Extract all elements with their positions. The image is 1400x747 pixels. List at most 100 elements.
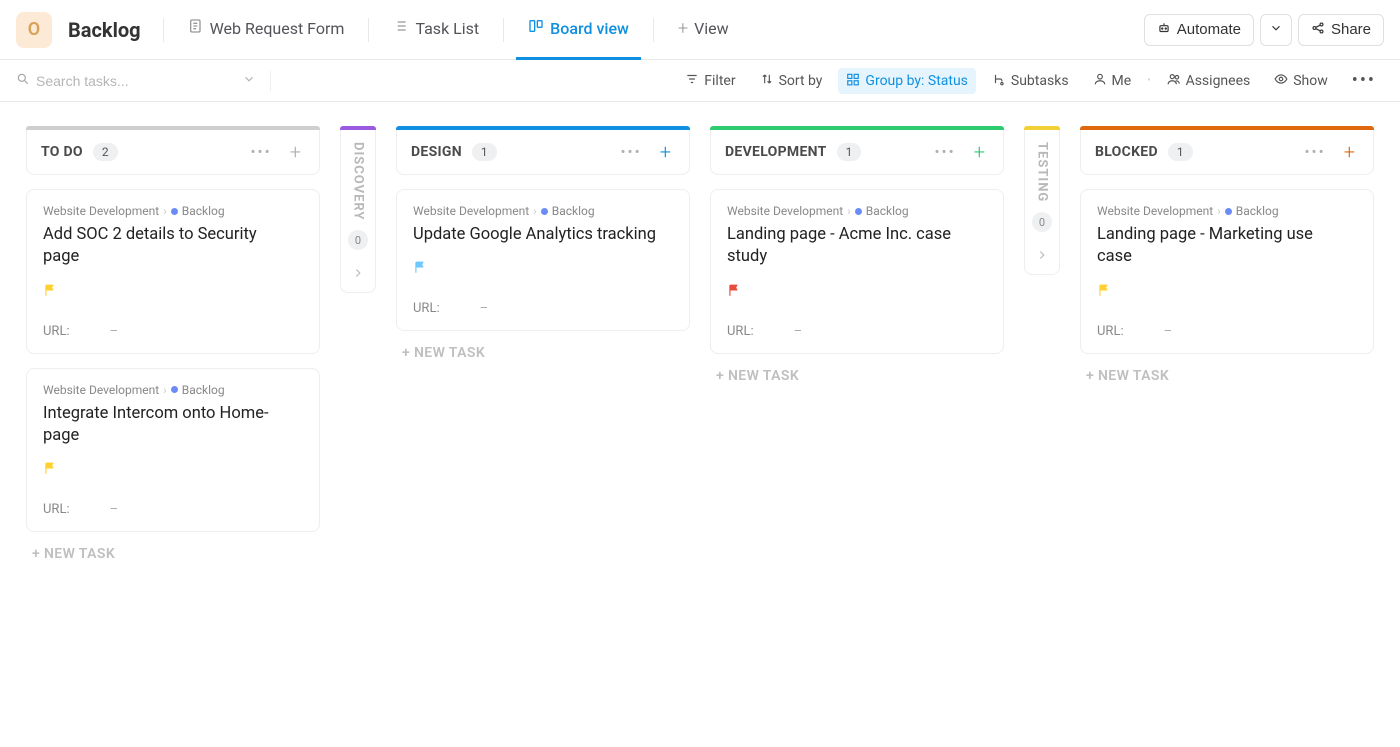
- url-label: URL:: [727, 324, 754, 339]
- column-title: DEVELOPMENT: [725, 144, 827, 160]
- chevron-down-icon[interactable]: [242, 72, 256, 90]
- expand-column-button[interactable]: [351, 266, 365, 284]
- url-value: –: [1164, 324, 1173, 339]
- expand-column-button[interactable]: [1035, 248, 1049, 266]
- add-task-button[interactable]: +: [970, 142, 989, 162]
- subtasks-icon: [992, 72, 1006, 90]
- search-input[interactable]: [36, 73, 236, 89]
- list-avatar: O: [16, 12, 52, 48]
- flag-icon: [727, 283, 741, 298]
- board-column: DESIGN 1 ••• + Website Development › Bac…: [396, 126, 690, 747]
- task-card[interactable]: Website Development › Backlog Add SOC 2 …: [26, 189, 320, 354]
- collapsed-column[interactable]: TESTING 0: [1024, 126, 1060, 747]
- me-button[interactable]: Me: [1085, 68, 1140, 94]
- collapsed-body: DISCOVERY 0: [340, 130, 376, 293]
- column-title: TO DO: [41, 144, 83, 160]
- tab-add-view[interactable]: + View: [666, 0, 741, 60]
- url-field: URL: –: [43, 324, 303, 339]
- automate-dropdown-button[interactable]: [1260, 14, 1292, 46]
- group-by-button[interactable]: Group by: Status: [838, 68, 975, 94]
- more-options-button[interactable]: •••: [1344, 66, 1384, 95]
- column-more-button[interactable]: •••: [247, 143, 276, 161]
- page-header: O Backlog Web Request Form Task List Boa…: [0, 0, 1400, 60]
- column-count: 0: [348, 230, 368, 250]
- board-column: DEVELOPMENT 1 ••• + Website Development …: [710, 126, 1004, 747]
- column-more-button[interactable]: •••: [1301, 143, 1330, 161]
- automate-label: Automate: [1177, 21, 1241, 38]
- url-value: –: [480, 301, 489, 316]
- url-field: URL: –: [43, 502, 303, 517]
- tab-label: View: [694, 19, 729, 38]
- divider: [163, 18, 164, 42]
- breadcrumb-project: Website Development: [413, 204, 529, 218]
- search-icon: [16, 72, 30, 90]
- column-header: BLOCKED 1 ••• +: [1080, 130, 1374, 175]
- chevron-right-icon: ›: [163, 383, 167, 397]
- assignees-button[interactable]: Assignees: [1159, 68, 1259, 94]
- priority-flag[interactable]: [413, 260, 673, 279]
- search-wrap: [16, 72, 256, 90]
- url-field: URL: –: [727, 324, 987, 339]
- new-task-button[interactable]: + NEW TASK: [1080, 354, 1374, 398]
- share-button[interactable]: Share: [1298, 14, 1384, 46]
- new-task-button[interactable]: + NEW TASK: [26, 532, 320, 576]
- breadcrumb-list: Backlog: [182, 204, 225, 218]
- flag-icon: [413, 260, 427, 275]
- priority-flag[interactable]: [43, 283, 303, 302]
- column-header: DEVELOPMENT 1 ••• +: [710, 130, 1004, 175]
- priority-flag[interactable]: [727, 283, 987, 302]
- tab-label: Task List: [415, 19, 479, 38]
- toolbar: Filter Sort by Group by: Status Subtasks…: [0, 60, 1400, 102]
- show-button[interactable]: Show: [1266, 68, 1336, 94]
- task-title: Landing page - Acme Inc. case study: [727, 224, 977, 269]
- automate-button[interactable]: Automate: [1144, 14, 1254, 46]
- task-card[interactable]: Website Development › Backlog Update Goo…: [396, 189, 690, 331]
- url-value: –: [794, 324, 803, 339]
- task-card[interactable]: Website Development › Backlog Landing pa…: [710, 189, 1004, 354]
- board: TO DO 2 ••• + Website Development › Back…: [0, 102, 1400, 747]
- task-card[interactable]: Website Development › Backlog Landing pa…: [1080, 189, 1374, 354]
- list-dot-icon: [541, 208, 548, 215]
- sort-icon: [760, 72, 774, 90]
- person-icon: [1093, 72, 1107, 90]
- url-label: URL:: [43, 324, 70, 339]
- column-title: TESTING: [1035, 142, 1050, 202]
- column-more-button[interactable]: •••: [931, 143, 960, 161]
- page-title: Backlog: [68, 18, 141, 42]
- priority-flag[interactable]: [1097, 283, 1357, 302]
- url-label: URL:: [413, 301, 440, 316]
- breadcrumb-project: Website Development: [43, 383, 159, 397]
- breadcrumb: Website Development › Backlog: [1097, 204, 1357, 218]
- divider: [270, 71, 271, 91]
- tab-web-request-form[interactable]: Web Request Form: [176, 0, 357, 60]
- new-task-button[interactable]: + NEW TASK: [396, 331, 690, 375]
- collapsed-column[interactable]: DISCOVERY 0: [340, 126, 376, 747]
- group-label: Group by: Status: [865, 73, 967, 89]
- chevron-right-icon: ›: [533, 204, 537, 218]
- filter-button[interactable]: Filter: [677, 68, 743, 94]
- chevron-right-icon: ›: [847, 204, 851, 218]
- tab-label: Board view: [550, 19, 629, 38]
- add-task-button[interactable]: +: [286, 142, 305, 162]
- show-label: Show: [1293, 73, 1328, 89]
- url-label: URL:: [1097, 324, 1124, 339]
- sort-button[interactable]: Sort by: [752, 68, 831, 94]
- priority-flag[interactable]: [43, 461, 303, 480]
- subtasks-button[interactable]: Subtasks: [984, 68, 1077, 94]
- add-task-button[interactable]: +: [1340, 142, 1359, 162]
- tab-board-view[interactable]: Board view: [516, 0, 641, 60]
- task-card[interactable]: Website Development › Backlog Integrate …: [26, 368, 320, 533]
- divider: [503, 18, 504, 42]
- collapsed-body: TESTING 0: [1024, 130, 1060, 275]
- robot-icon: [1157, 21, 1171, 39]
- url-value: –: [110, 502, 119, 517]
- tab-task-list[interactable]: Task List: [381, 0, 491, 60]
- task-title: Add SOC 2 details to Security page: [43, 224, 293, 269]
- column-header: TO DO 2 ••• +: [26, 130, 320, 175]
- add-task-button[interactable]: +: [656, 142, 675, 162]
- chevron-right-icon: ›: [163, 204, 167, 218]
- column-more-button[interactable]: •••: [617, 143, 646, 161]
- column-title: DESIGN: [411, 144, 462, 160]
- new-task-button[interactable]: + NEW TASK: [710, 354, 1004, 398]
- breadcrumb: Website Development › Backlog: [727, 204, 987, 218]
